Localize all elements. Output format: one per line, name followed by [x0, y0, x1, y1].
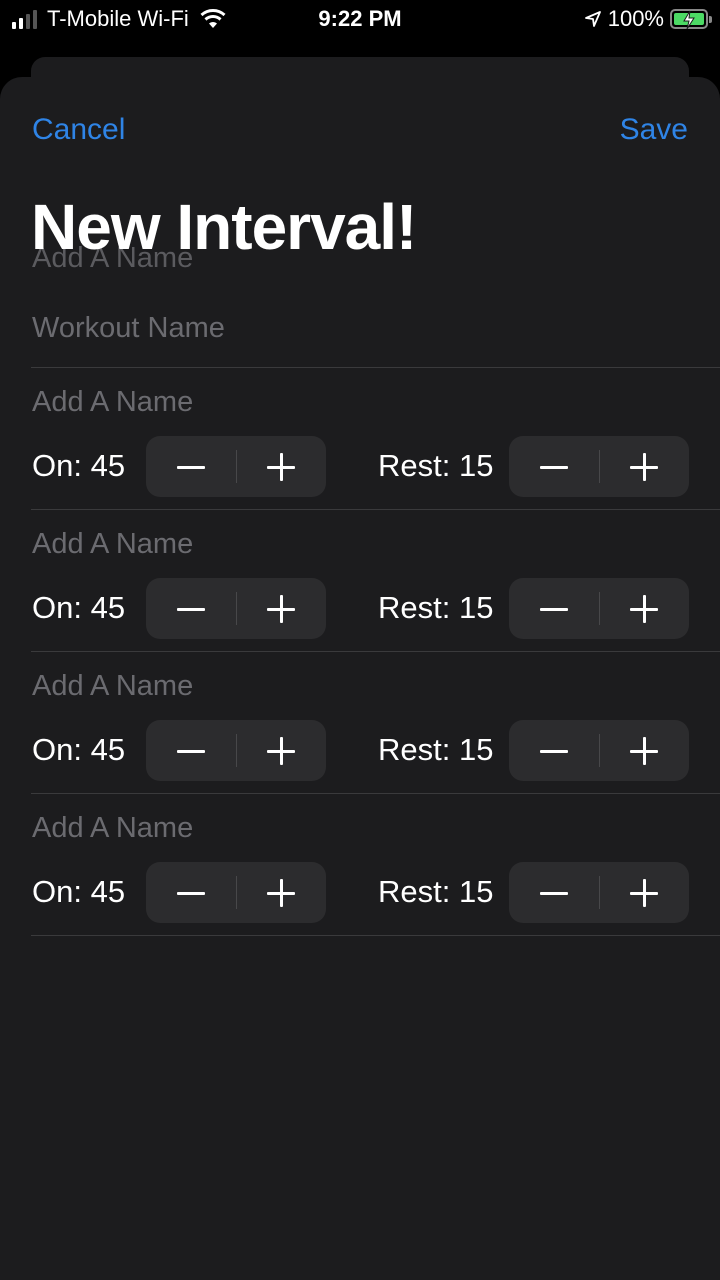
- on-decrement-button[interactable]: [146, 578, 236, 639]
- rest-increment-button[interactable]: [600, 720, 690, 781]
- on-duration-label: On: 45: [32, 732, 126, 767]
- rest-decrement-button[interactable]: [509, 578, 599, 639]
- rest-duration-label: Rest: 15: [378, 448, 494, 483]
- on-duration-label: On: 45: [32, 448, 126, 483]
- on-increment-button[interactable]: [237, 862, 327, 923]
- rest-decrement-button[interactable]: [509, 436, 599, 497]
- on-duration-stepper: [146, 720, 326, 781]
- rest-duration-stepper: [509, 578, 689, 639]
- on-duration-stepper: [146, 862, 326, 923]
- battery-percent: 100%: [607, 6, 664, 31]
- on-increment-button[interactable]: [237, 720, 327, 781]
- interval-row: On: 45 Rest: 15: [0, 652, 720, 794]
- on-decrement-button[interactable]: [146, 436, 236, 497]
- on-increment-button[interactable]: [237, 578, 327, 639]
- on-duration-label: On: 45: [32, 874, 126, 909]
- rest-duration-label: Rest: 15: [378, 732, 494, 767]
- rest-increment-button[interactable]: [600, 862, 690, 923]
- interval-row: On: 45 Rest: 15: [0, 510, 720, 652]
- on-duration-stepper: [146, 436, 326, 497]
- status-right: 100%: [584, 6, 712, 32]
- page-title: New Interval!: [31, 191, 417, 263]
- interval-name-input[interactable]: [32, 666, 692, 706]
- location-arrow-icon: [584, 11, 601, 27]
- on-increment-button[interactable]: [237, 436, 327, 497]
- cancel-button[interactable]: Cancel: [32, 113, 125, 147]
- rest-increment-button[interactable]: [600, 578, 690, 639]
- rest-duration-stepper: [509, 436, 689, 497]
- workout-name-input[interactable]: [32, 306, 712, 350]
- interval-name-input[interactable]: [32, 524, 692, 564]
- rest-decrement-button[interactable]: [509, 720, 599, 781]
- interval-row: On: 45 Rest: 15: [0, 368, 720, 510]
- on-decrement-button[interactable]: [146, 720, 236, 781]
- status-bar: T-Mobile Wi-Fi 9:22 PM 100%: [0, 0, 720, 40]
- interval-row: On: 45 Rest: 15: [0, 794, 720, 936]
- on-duration-label: On: 45: [32, 590, 126, 625]
- rest-decrement-button[interactable]: [509, 862, 599, 923]
- rest-duration-stepper: [509, 720, 689, 781]
- battery-charging-icon: [670, 9, 712, 30]
- rest-increment-button[interactable]: [600, 436, 690, 497]
- interval-name-input[interactable]: [32, 808, 692, 848]
- rest-duration-stepper: [509, 862, 689, 923]
- save-button[interactable]: Save: [620, 113, 688, 147]
- on-decrement-button[interactable]: [146, 862, 236, 923]
- divider: [31, 935, 720, 936]
- on-duration-stepper: [146, 578, 326, 639]
- rest-duration-label: Rest: 15: [378, 590, 494, 625]
- interval-name-input[interactable]: [32, 382, 692, 422]
- rest-duration-label: Rest: 15: [378, 874, 494, 909]
